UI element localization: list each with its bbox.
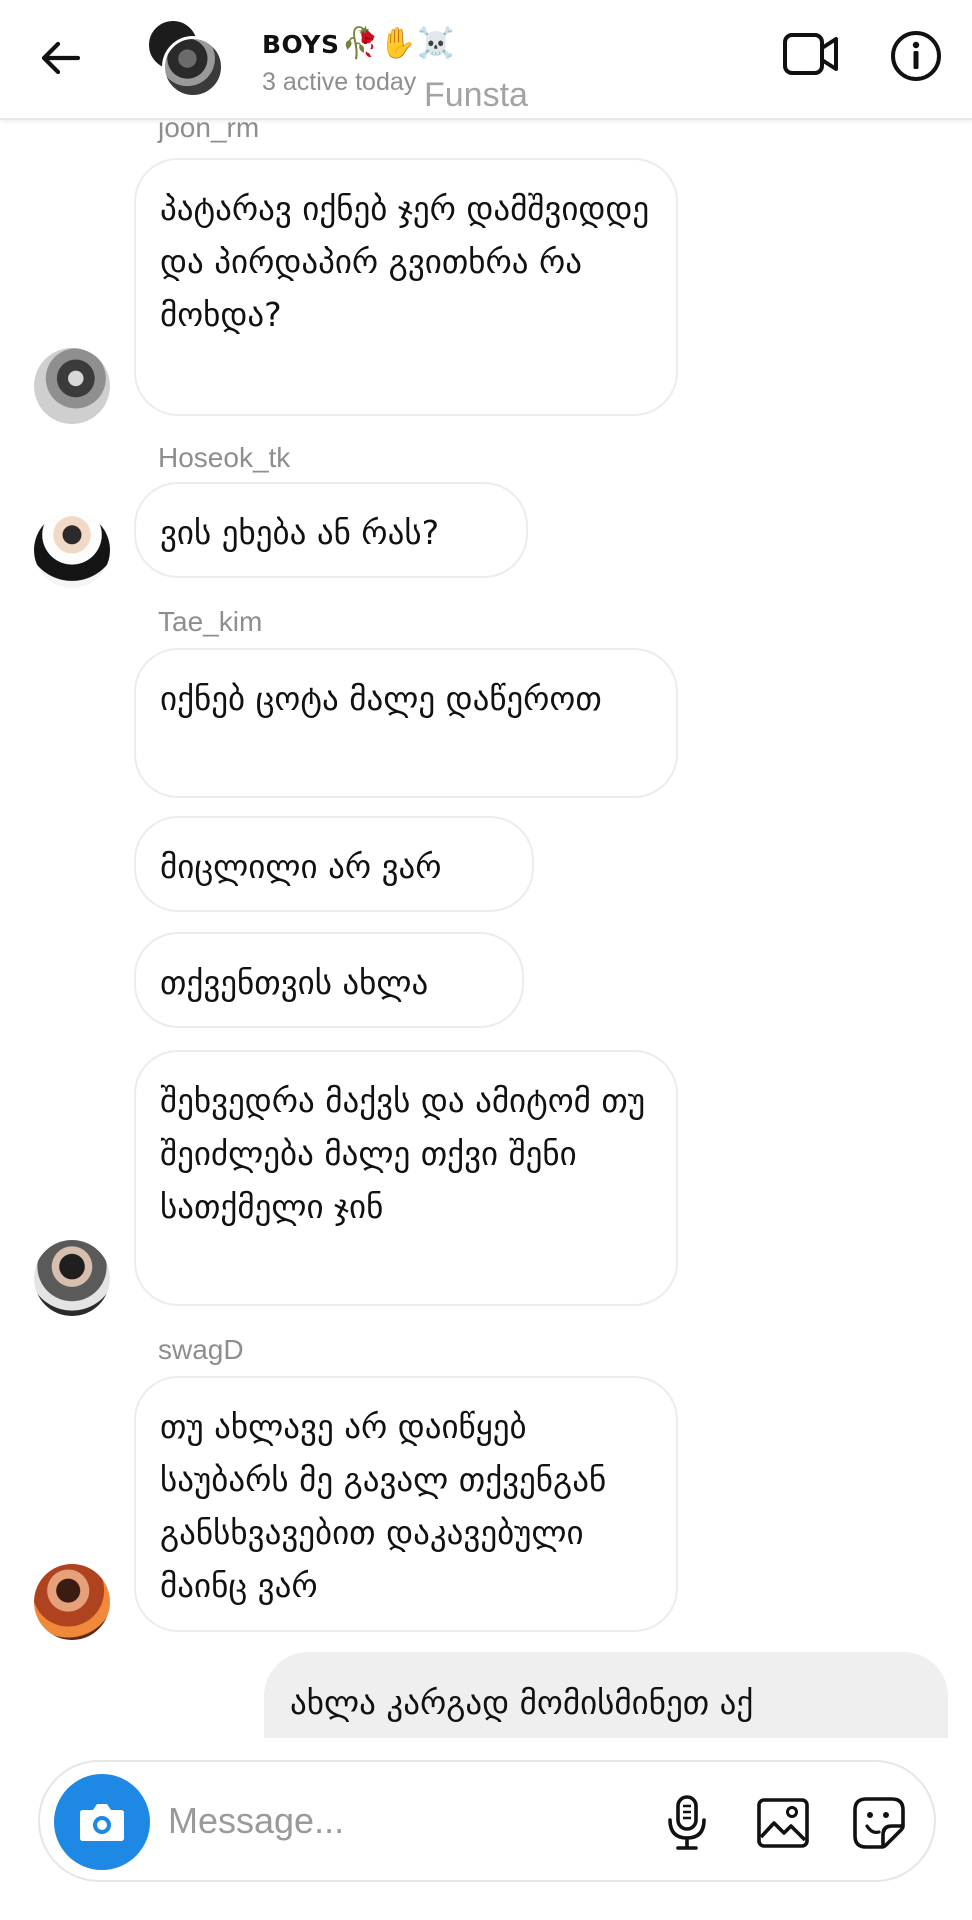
- avatar-hoseok[interactable]: [34, 512, 110, 588]
- avatar-joon[interactable]: [34, 348, 110, 424]
- camera-icon: [80, 1804, 124, 1841]
- back-button[interactable]: [32, 30, 88, 86]
- microphone-icon: [668, 1795, 706, 1850]
- message-composer: [38, 1760, 936, 1882]
- sticker-button[interactable]: [844, 1788, 914, 1858]
- message-input[interactable]: [168, 1790, 648, 1852]
- camera-button[interactable]: [54, 1774, 150, 1870]
- gallery-icon: [757, 1798, 809, 1848]
- avatar-tae[interactable]: [34, 1240, 110, 1316]
- message-bubble[interactable]: მიცლილი არ ვარ: [134, 816, 534, 912]
- message-thread[interactable]: joon_rm პატარავ იქნებ ჯერ დამშვიდდე და პ…: [0, 120, 972, 1738]
- message-bubble[interactable]: თქვენთვის ახლა: [134, 932, 524, 1028]
- gallery-button[interactable]: [748, 1788, 818, 1858]
- chat-header: BOYS🥀✋☠️ 3 active today Funsta: [0, 0, 972, 120]
- video-camera-icon: [783, 33, 838, 75]
- active-status: 3 active today: [262, 68, 417, 96]
- group-name-text: BOYS: [262, 30, 340, 59]
- sticker-icon: [853, 1797, 905, 1849]
- message-bubble[interactable]: თუ ახლავე არ დაიწყებ საუბარს მე გავალ თქ…: [134, 1376, 678, 1632]
- info-button[interactable]: [886, 26, 946, 86]
- group-name-emojis: 🥀✋☠️: [341, 26, 456, 61]
- outgoing-message-bubble[interactable]: ახლა კარგად მომისმინეთ აქ: [264, 1652, 948, 1738]
- group-avatar-front: [162, 36, 224, 98]
- voice-message-button[interactable]: [652, 1788, 722, 1858]
- video-call-button[interactable]: [780, 26, 842, 82]
- message-bubble[interactable]: შეხვედრა მაქვს და ამიტომ თუ შეიძლება მალ…: [134, 1050, 678, 1306]
- sender-name: swagD: [158, 1334, 244, 1365]
- sender-name: Hoseok_tk: [158, 442, 291, 473]
- message-bubble[interactable]: იქნებ ცოტა მალე დაწეროთ: [134, 648, 678, 798]
- back-arrow-icon: [41, 41, 81, 75]
- info-icon: [891, 31, 941, 81]
- message-bubble[interactable]: პატარავ იქნებ ჯერ დამშვიდდე და პირდაპირ …: [134, 158, 678, 416]
- sender-name: joon_rm: [158, 120, 260, 143]
- sender-name: Tae_kim: [158, 606, 263, 637]
- watermark-text: Funsta: [424, 76, 528, 114]
- avatar-swag[interactable]: [34, 1564, 110, 1640]
- group-avatar[interactable]: [146, 18, 226, 98]
- message-bubble[interactable]: ვის ეხება ან რას?: [134, 482, 528, 578]
- group-title[interactable]: BOYS🥀✋☠️: [262, 26, 455, 61]
